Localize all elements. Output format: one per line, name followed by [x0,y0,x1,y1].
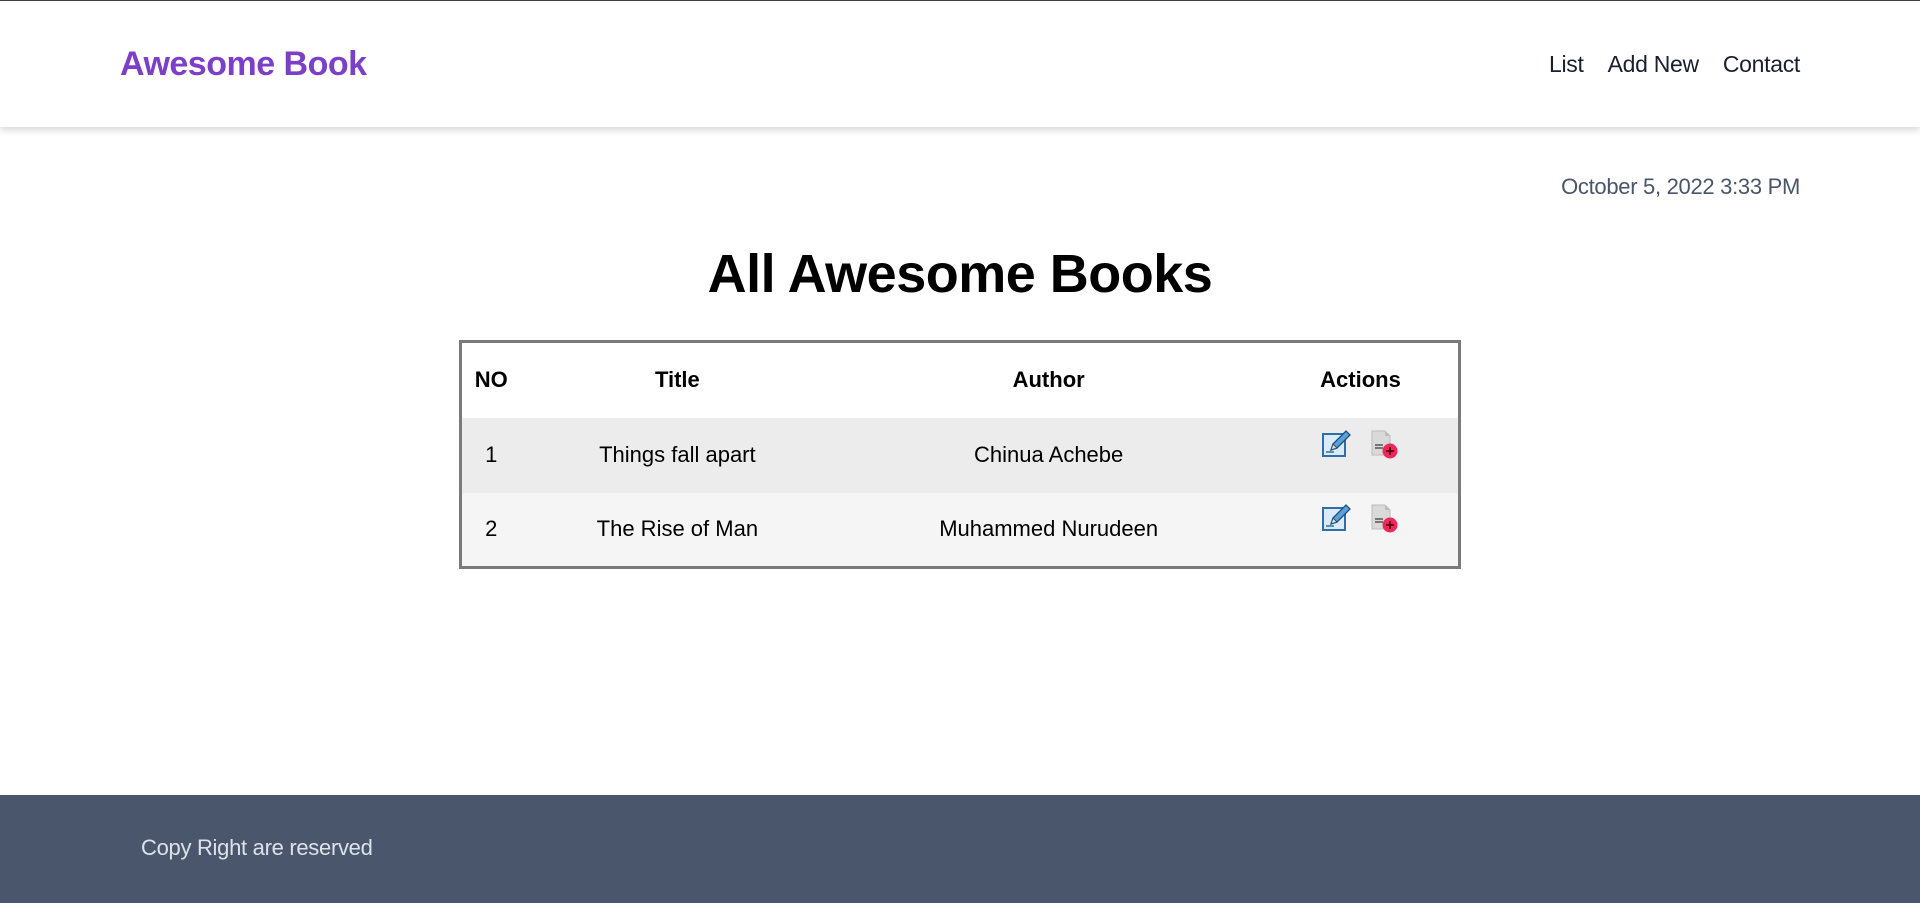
cell-author: Muhammed Nurudeen [834,492,1263,568]
cell-actions [1262,417,1460,493]
page-title: All Awesome Books [707,244,1213,304]
remove-document-icon[interactable] [1369,504,1399,534]
table-row: 1 Things fall apart Chinua Achebe [460,417,1460,493]
books-table: NO Title Author Actions 1 Things fall ap… [459,340,1461,569]
edit-icon[interactable] [1321,504,1352,534]
column-header-author: Author [834,341,1263,418]
site-footer: Copy Right are reserved [0,795,1920,903]
cell-title: Things fall apart [520,417,835,493]
cell-actions [1262,492,1460,568]
table-row: 2 The Rise of Man Muhammed Nurudeen [460,492,1460,568]
page: Awesome Book List Add New Contact Octobe… [0,0,1920,903]
table-header-row: NO Title Author Actions [460,341,1460,418]
cell-no: 2 [460,492,521,568]
cell-no: 1 [460,417,521,493]
nav-link-list[interactable]: List [1549,51,1584,78]
nav-link-add-new[interactable]: Add New [1608,51,1700,78]
cell-title: The Rise of Man [520,492,835,568]
edit-icon[interactable] [1321,430,1352,460]
cell-author: Chinua Achebe [834,417,1263,493]
logo[interactable]: Awesome Book [120,45,367,84]
nav-link-contact[interactable]: Contact [1723,51,1800,78]
copyright-text: Copy Right are reserved [141,835,373,860]
site-header: Awesome Book List Add New Contact [0,1,1920,127]
column-header-title: Title [520,341,835,418]
column-header-actions: Actions [1262,341,1460,418]
date-display: October 5, 2022 3:33 PM [1561,174,1800,199]
main-nav: List Add New Contact [1549,51,1800,78]
column-header-no: NO [460,341,521,418]
remove-document-icon[interactable] [1369,430,1399,460]
